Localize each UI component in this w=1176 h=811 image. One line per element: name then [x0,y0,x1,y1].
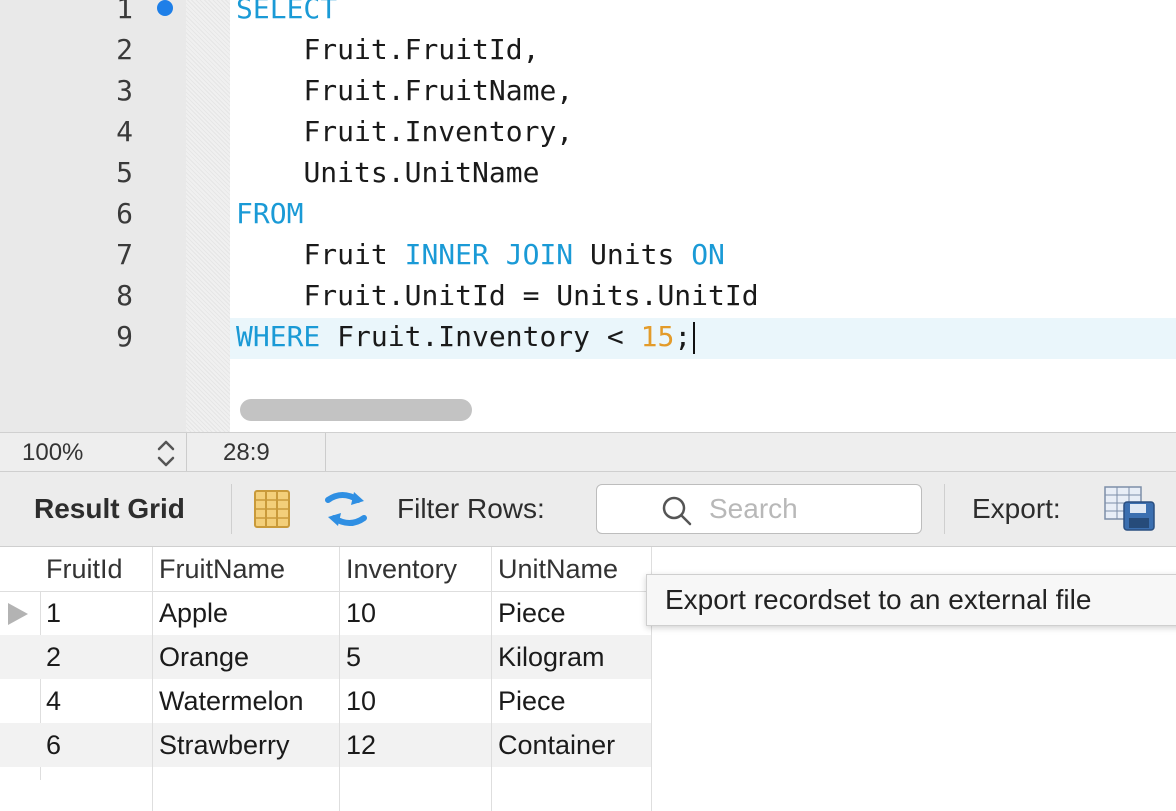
code-text: Fruit.FruitName, [303,74,574,107]
table-row[interactable]: 4 Watermelon 10 Piece [0,679,652,723]
table-row[interactable]: 2 Orange 5 Kilogram [0,635,652,679]
sql-editor[interactable]: 1 2 3 4 5 6 7 8 9 SELECT Fruit.FruitId, … [0,0,1176,432]
code-text: Fruit.UnitId = Units.UnitId [303,279,759,312]
cell-fruitid[interactable]: 4 [40,679,153,723]
line-number: 7 [116,238,133,271]
editor-status-bar: 100% 28:9 [0,432,1176,472]
cell-inventory[interactable]: 12 [340,723,492,767]
statement-marker-dot[interactable] [157,0,173,16]
sql-keyword: ON [691,238,725,271]
cell-fruitname[interactable]: Orange [153,635,340,679]
code-text: Fruit.Inventory, [303,115,574,148]
sql-keyword: FROM [236,197,304,230]
line-number: 2 [116,33,133,66]
sql-keyword: SELECT [236,0,338,25]
export-icon[interactable] [1104,486,1156,532]
code-line-5: Units.UnitName [236,152,539,193]
toolbar-divider [231,484,232,534]
sql-number: 15 [640,320,675,353]
cell-fruitname[interactable]: Strawberry [153,723,340,767]
grid-header-row: FruitId FruitName Inventory UnitName [0,547,652,592]
table-row[interactable]: 1 Apple 10 Piece [0,591,652,635]
cell-empty [40,767,153,811]
search-field[interactable] [596,484,922,534]
cell-empty [492,767,652,811]
export-label: Export: [972,493,1061,524]
cell-unitname[interactable]: Piece [492,679,652,723]
code-line-7: Fruit INNER JOIN Units ON [236,234,725,275]
cell-empty [340,767,492,811]
filter-rows-label: Filter Rows: [397,493,545,524]
line-number: 1 [116,0,133,25]
fold-margin [186,0,230,432]
code-line-9: WHERE Fruit.Inventory < 15; [236,316,696,357]
cell-unitname[interactable]: Piece [492,591,652,635]
line-number: 5 [116,156,133,189]
result-toolbar: Result Grid Filter Rows: Export: [0,472,1176,547]
line-number-gutter: 1 2 3 4 5 6 7 8 9 [0,0,186,432]
result-grid-tab[interactable]: Result Grid [34,493,185,525]
cell-fruitname[interactable]: Watermelon [153,679,340,723]
zoom-field[interactable]: 100% [0,433,187,471]
code-line-8: Fruit.UnitId = Units.UnitId [236,275,759,316]
table-row[interactable]: 6 Strawberry 12 Container [0,723,652,767]
code-text: Fruit.Inventory < [320,320,641,353]
code-line-2: Fruit.FruitId, [236,29,539,70]
cell-inventory[interactable]: 10 [340,679,492,723]
code-text: Fruit [303,238,405,271]
code-line-6: FROM [236,193,303,234]
cursor-position-field: 28:9 [187,433,326,471]
code-line-4: Fruit.Inventory, [236,111,573,152]
sql-keyword: INNER JOIN [404,238,574,271]
cell-unitname[interactable]: Container [492,723,652,767]
column-header-inventory[interactable]: Inventory [340,547,492,591]
cursor-position: 28:9 [223,439,270,466]
cell-inventory[interactable]: 10 [340,591,492,635]
line-number: 8 [116,279,133,312]
line-number: 3 [116,74,133,107]
code-line-3: Fruit.FruitName, [236,70,573,111]
zoom-value: 100% [22,439,84,466]
line-number: 6 [116,197,133,230]
horizontal-scrollbar-thumb[interactable] [240,399,472,421]
column-header-unitname[interactable]: UnitName [492,547,652,591]
cell-fruitid[interactable]: 6 [40,723,153,767]
column-header-fruitid[interactable]: FruitId [40,547,153,591]
cell-fruitid[interactable]: 1 [40,591,153,635]
code-text: Units [573,238,692,271]
text-caret [693,322,696,354]
zoom-stepper-icon[interactable] [152,435,180,471]
export-tooltip: Export recordset to an external file [646,574,1176,626]
code-text: ; [674,320,692,353]
search-input[interactable] [709,492,909,526]
cell-empty [153,767,340,811]
toolbar-divider [944,484,945,534]
column-header-fruitname[interactable]: FruitName [153,547,340,591]
search-icon [662,496,692,526]
cell-unitname[interactable]: Kilogram [492,635,652,679]
grid-layout-icon[interactable] [254,490,290,528]
cell-fruitid[interactable]: 2 [40,635,153,679]
code-text: Units.UnitName [303,156,540,189]
table-row [0,767,652,811]
cell-inventory[interactable]: 5 [340,635,492,679]
line-number: 4 [116,115,133,148]
sql-keyword: WHERE [236,320,321,353]
code-text: Fruit.FruitId, [303,33,540,66]
refresh-icon[interactable] [322,488,370,530]
cell-fruitname[interactable]: Apple [153,591,340,635]
line-number: 9 [116,320,133,353]
code-line-1: SELECT [236,0,337,29]
